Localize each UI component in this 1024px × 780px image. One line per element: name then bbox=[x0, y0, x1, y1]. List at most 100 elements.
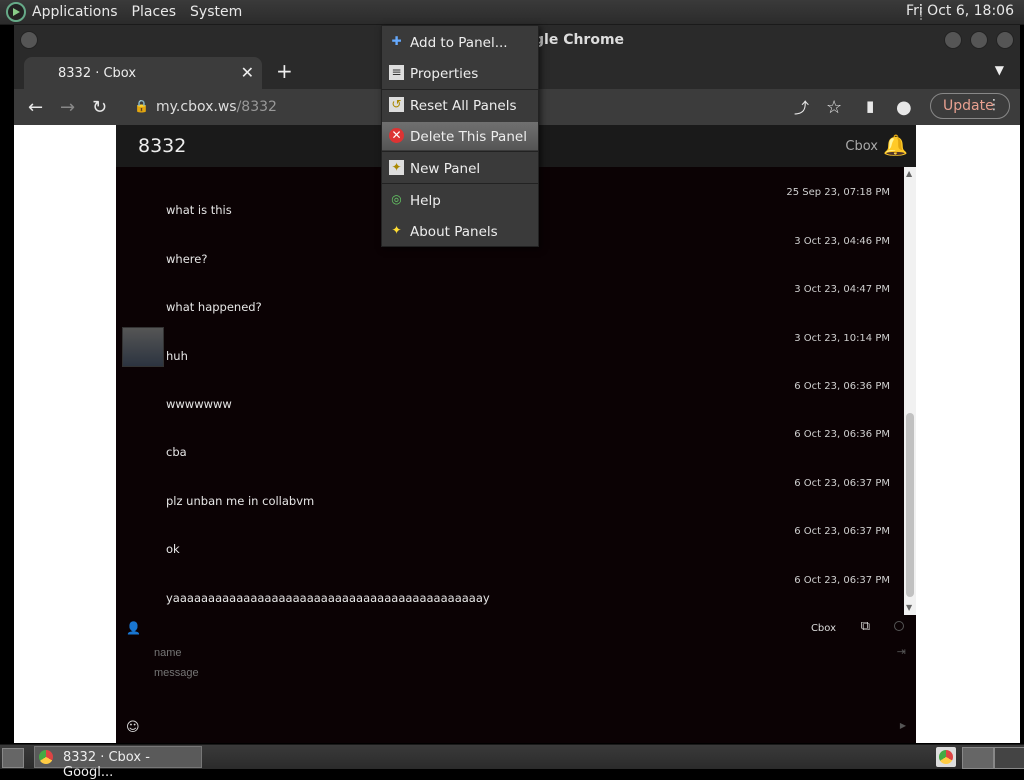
message-time: 6 Oct 23, 06:37 PM bbox=[794, 575, 890, 586]
menu-item-label: Reset All Panels bbox=[410, 98, 517, 114]
message-time: 3 Oct 23, 10:14 PM bbox=[794, 333, 890, 344]
about-icon: ✦ bbox=[391, 223, 402, 237]
url-host: my.cbox.ws bbox=[156, 99, 237, 115]
message-text: wwwwwww bbox=[166, 397, 232, 411]
properties-icon: ≡ bbox=[389, 65, 404, 80]
menu-item-label: About Panels bbox=[410, 224, 498, 240]
message-text: where? bbox=[166, 252, 208, 266]
top-panel: Applications Places System Fri Oct 6, 18… bbox=[0, 0, 1024, 25]
message-text: what is this bbox=[166, 203, 232, 217]
window-title: gle Chrome bbox=[534, 32, 625, 48]
share-icon[interactable]: ⤴ bbox=[794, 97, 809, 118]
places-menu[interactable]: Places bbox=[132, 4, 177, 20]
side-panel-icon[interactable]: ▮ bbox=[866, 97, 874, 115]
menu-item-about-panels[interactable]: ✦ About Panels bbox=[382, 217, 538, 245]
url-path: /8332 bbox=[236, 99, 277, 115]
back-arrow-icon[interactable]: ← bbox=[28, 97, 43, 118]
tab-cbox[interactable]: 8332 · Cbox ✕ bbox=[24, 57, 262, 89]
cbox-brand-link[interactable]: Cbox bbox=[845, 139, 878, 154]
lock-icon[interactable]: 🔒 bbox=[134, 99, 149, 113]
new-tab-icon[interactable]: + bbox=[276, 59, 293, 83]
minimize-icon[interactable] bbox=[944, 31, 962, 49]
system-menu[interactable]: System bbox=[190, 4, 242, 20]
more-menu-icon[interactable]: ⋮ bbox=[987, 97, 1001, 113]
menu-item-label: Delete This Panel bbox=[410, 129, 527, 145]
delete-icon: ✕ bbox=[389, 128, 404, 143]
room-name: 8332 bbox=[138, 135, 187, 157]
distro-logo-icon[interactable] bbox=[6, 2, 26, 22]
clock[interactable]: Fri Oct 6, 18:06 bbox=[906, 3, 1014, 19]
list-item: plz unban me in collabvm 6 Oct 23, 06:37… bbox=[116, 478, 904, 526]
status-icon bbox=[894, 621, 904, 631]
panel-context-menu: ✚ Add to Panel... ≡ Properties ↺ Reset A… bbox=[381, 25, 539, 247]
reload-icon[interactable]: ↻ bbox=[92, 97, 107, 118]
tab-search-chevron-icon[interactable]: ▼ bbox=[995, 63, 1004, 77]
message-text: cba bbox=[166, 445, 187, 459]
chat-area: what is this 25 Sep 23, 07:18 PM where? … bbox=[116, 167, 916, 743]
show-desktop-icon[interactable] bbox=[2, 748, 24, 768]
taskbar-item-chrome[interactable]: 8332 · Cbox - Googl... bbox=[34, 746, 202, 780]
applications-menu[interactable]: Applications bbox=[32, 4, 118, 20]
avatar[interactable] bbox=[122, 327, 164, 367]
send-icon[interactable]: ▶ bbox=[900, 721, 906, 730]
maximize-icon[interactable] bbox=[970, 31, 988, 49]
chrome-launcher-icon[interactable] bbox=[936, 747, 956, 767]
scrollbar[interactable]: ▲ ▼ bbox=[904, 167, 916, 615]
menu-item-properties[interactable]: ≡ Properties bbox=[382, 59, 538, 87]
login-icon[interactable]: ⇥ bbox=[897, 645, 906, 658]
popout-icon[interactable]: ⧉ bbox=[861, 619, 870, 634]
list-item: wwwwwww 6 Oct 23, 06:36 PM bbox=[116, 381, 904, 429]
menu-item-reset-all-panels[interactable]: ↺ Reset All Panels bbox=[382, 91, 538, 119]
message-time: 25 Sep 23, 07:18 PM bbox=[786, 187, 890, 198]
taskbar-item-label: 8332 · Cbox - Googl... bbox=[63, 750, 150, 780]
message-text: plz unban me in collabvm bbox=[166, 494, 315, 508]
profile-avatar-icon[interactable]: ● bbox=[896, 97, 912, 118]
message-composer: 👤 Cbox ⧉ ⇥ ☺ ▶ bbox=[116, 615, 916, 743]
workspace-2[interactable] bbox=[994, 747, 1024, 769]
reset-icon: ↺ bbox=[389, 97, 404, 112]
plus-icon: ✚ bbox=[391, 34, 402, 48]
menu-item-label: Add to Panel... bbox=[410, 35, 508, 51]
cbox-brand-link[interactable]: Cbox bbox=[811, 623, 836, 634]
bookmark-star-icon[interactable]: ☆ bbox=[826, 97, 842, 118]
message-time: 6 Oct 23, 06:37 PM bbox=[794, 478, 890, 489]
menu-item-label: New Panel bbox=[410, 161, 481, 177]
message-time: 6 Oct 23, 06:37 PM bbox=[794, 526, 890, 537]
menu-item-label: Help bbox=[410, 193, 441, 209]
menu-item-help[interactable]: ◎ Help bbox=[382, 186, 538, 214]
update-button[interactable]: Update ⋮ bbox=[930, 93, 1010, 119]
scroll-down-icon[interactable]: ▼ bbox=[906, 603, 912, 612]
message-time: 3 Oct 23, 04:46 PM bbox=[794, 236, 890, 247]
message-time: 6 Oct 23, 06:36 PM bbox=[794, 429, 890, 440]
help-icon: ◎ bbox=[391, 192, 402, 206]
notification-bell-icon[interactable]: 🔔 bbox=[883, 133, 908, 157]
menu-item-add-to-panel[interactable]: ✚ Add to Panel... bbox=[382, 28, 538, 56]
list-item: huh 3 Oct 23, 10:14 PM bbox=[116, 327, 904, 381]
bottom-panel: 8332 · Cbox - Googl... bbox=[0, 744, 1024, 780]
tab-close-icon[interactable]: ✕ bbox=[241, 63, 254, 82]
close-window-icon[interactable] bbox=[996, 31, 1014, 49]
url-text[interactable]: my.cbox.ws/8332 bbox=[156, 99, 277, 115]
message-time: 3 Oct 23, 04:47 PM bbox=[794, 284, 890, 295]
workspace-1[interactable] bbox=[962, 747, 994, 769]
message-text: huh bbox=[166, 349, 188, 363]
forward-arrow-icon[interactable]: → bbox=[60, 97, 75, 118]
tab-title: 8332 · Cbox bbox=[58, 66, 137, 81]
list-item: what happened? 3 Oct 23, 04:47 PM bbox=[116, 284, 904, 332]
user-icon[interactable]: 👤 bbox=[126, 621, 141, 635]
menu-item-label: Properties bbox=[410, 66, 479, 82]
message-field[interactable] bbox=[152, 665, 856, 709]
scroll-up-icon[interactable]: ▲ bbox=[906, 169, 912, 178]
list-item: cba 6 Oct 23, 06:36 PM bbox=[116, 429, 904, 477]
menu-item-delete-this-panel[interactable]: ✕ Delete This Panel bbox=[382, 122, 538, 150]
message-time: 6 Oct 23, 06:36 PM bbox=[794, 381, 890, 392]
chrome-icon bbox=[39, 750, 53, 764]
menu-separator bbox=[382, 89, 538, 90]
smiley-icon[interactable]: ☺ bbox=[126, 720, 140, 735]
name-field[interactable] bbox=[152, 643, 856, 663]
message-text: yaaaaaaaaaaaaaaaaaaaaaaaaaaaaaaaaaaaaaaa… bbox=[166, 591, 490, 605]
message-text: ok bbox=[166, 542, 180, 556]
scrollbar-thumb[interactable] bbox=[906, 413, 914, 597]
menu-item-new-panel[interactable]: ✦ New Panel bbox=[382, 154, 538, 182]
window-menu-icon[interactable] bbox=[20, 31, 38, 49]
